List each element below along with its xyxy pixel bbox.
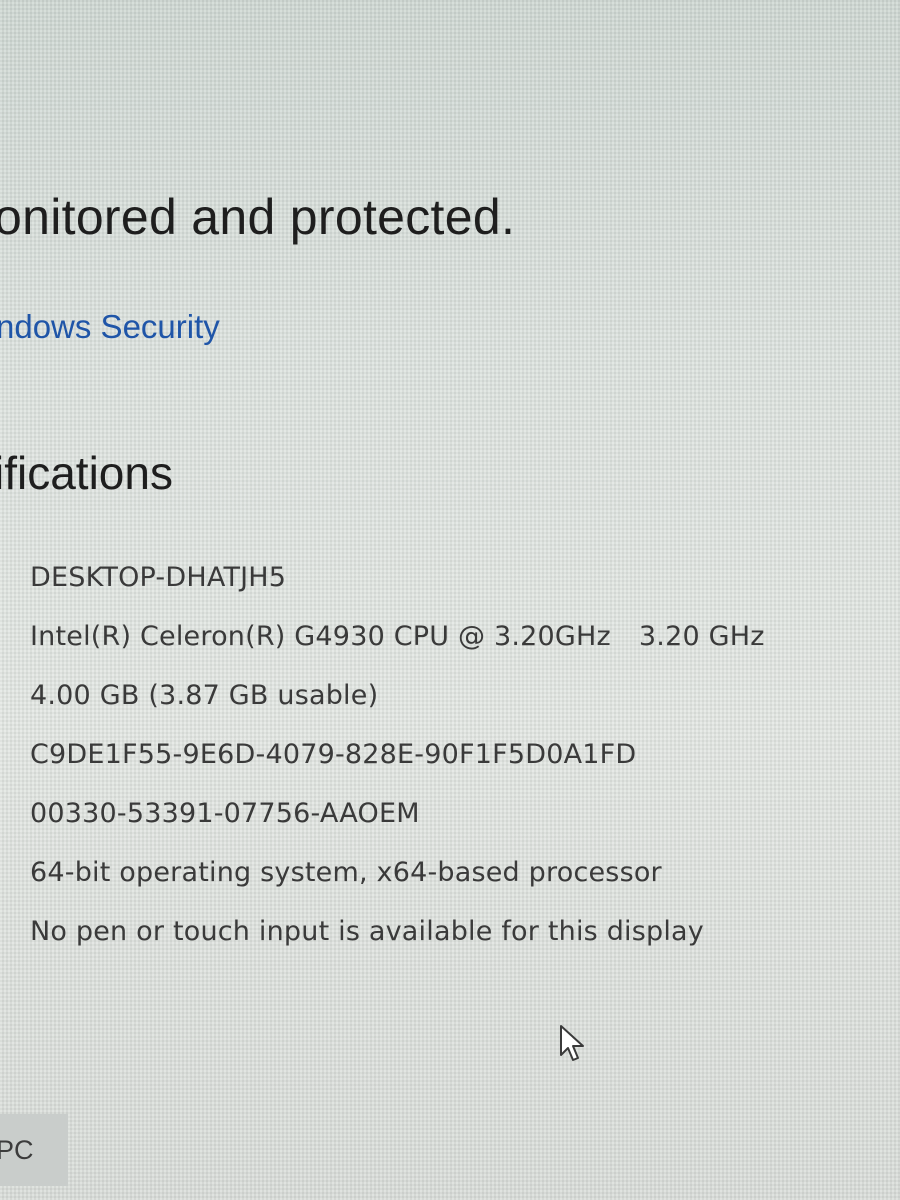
processor-speed: 3.20 GHz [638,621,765,652]
system-type-value: 64-bit operating system, x64-based proce… [30,857,662,888]
screen-background: onitored and protected. ndows Security i… [0,0,900,1200]
product-id-value: 00330-53391-07756-AAOEM [30,798,420,829]
mouse-pointer-icon [560,1025,584,1061]
rename-pc-button[interactable]: PC [0,1114,68,1186]
processor-name: Intel(R) Celeron(R) G4930 CPU @ 3.20GHz [30,621,611,652]
protection-status-title: onitored and protected. [0,189,516,245]
installed-ram-value: 4.00 GB (3.87 GB usable) [30,680,379,711]
windows-security-link[interactable]: ndows Security [0,308,220,346]
processor-value: Intel(R) Celeron(R) G4930 CPU @ 3.20GHz 3… [30,611,765,670]
device-specifications-heading: ifications [0,447,173,499]
pen-and-touch-value: No pen or touch input is available for t… [30,916,704,947]
device-specifications-list: DESKTOP-DHATJH5 Intel(R) Celeron(R) G493… [30,552,765,965]
device-name-value: DESKTOP-DHATJH5 [30,562,287,593]
device-id-value: C9DE1F55-9E6D-4079-828E-90F1F5D0A1FD [30,739,637,770]
